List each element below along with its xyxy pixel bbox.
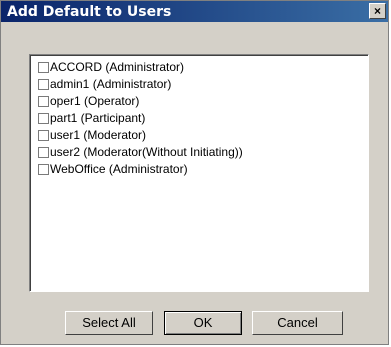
select-all-button[interactable]: Select All bbox=[65, 311, 153, 335]
checkbox[interactable] bbox=[38, 95, 49, 107]
checkbox[interactable] bbox=[38, 112, 49, 124]
checkbox[interactable] bbox=[38, 146, 49, 158]
dialog-window: Add Default to Users × ACCORD (Administr… bbox=[0, 0, 389, 345]
list-item-label: ACCORD (Administrator) bbox=[50, 60, 185, 74]
listbox-frame: ACCORD (Administrator) admin1 (Administr… bbox=[30, 55, 368, 291]
checkbox[interactable] bbox=[38, 129, 49, 141]
list-item-label: admin1 (Administrator) bbox=[50, 77, 172, 91]
list-item-admin1[interactable]: admin1 (Administrator) bbox=[38, 75, 171, 93]
list-item-label: part1 (Participant) bbox=[50, 111, 146, 125]
checkbox[interactable] bbox=[38, 78, 49, 90]
button-bar: Select All OK Cancel bbox=[1, 311, 388, 336]
list-item-label: oper1 (Operator) bbox=[50, 94, 140, 108]
users-listbox[interactable]: ACCORD (Administrator) admin1 (Administr… bbox=[29, 54, 369, 292]
list-item-label: user1 (Moderator) bbox=[50, 128, 147, 142]
ok-button[interactable]: OK bbox=[164, 311, 242, 335]
list-item-part1[interactable]: part1 (Participant) bbox=[38, 109, 145, 127]
close-button[interactable]: × bbox=[369, 3, 386, 19]
list-item-accord[interactable]: ACCORD (Administrator) bbox=[38, 58, 184, 76]
checkbox[interactable] bbox=[38, 163, 49, 175]
close-icon: × bbox=[373, 4, 381, 18]
list-item-user1[interactable]: user1 (Moderator) bbox=[38, 126, 146, 144]
checkbox[interactable] bbox=[38, 61, 49, 73]
list-item-oper1[interactable]: oper1 (Operator) bbox=[38, 92, 139, 110]
list-item-label: WebOffice (Administrator) bbox=[50, 162, 188, 176]
list-item-weboffice[interactable]: WebOffice (Administrator) bbox=[38, 160, 188, 178]
window-title: Add Default to Users bbox=[7, 4, 172, 20]
list-item-label: user2 (Moderator(Without Initiating)) bbox=[50, 145, 243, 159]
cancel-button[interactable]: Cancel bbox=[252, 311, 343, 335]
title-bar[interactable]: Add Default to Users × bbox=[1, 1, 388, 22]
list-item-user2[interactable]: user2 (Moderator(Without Initiating)) bbox=[38, 143, 243, 161]
